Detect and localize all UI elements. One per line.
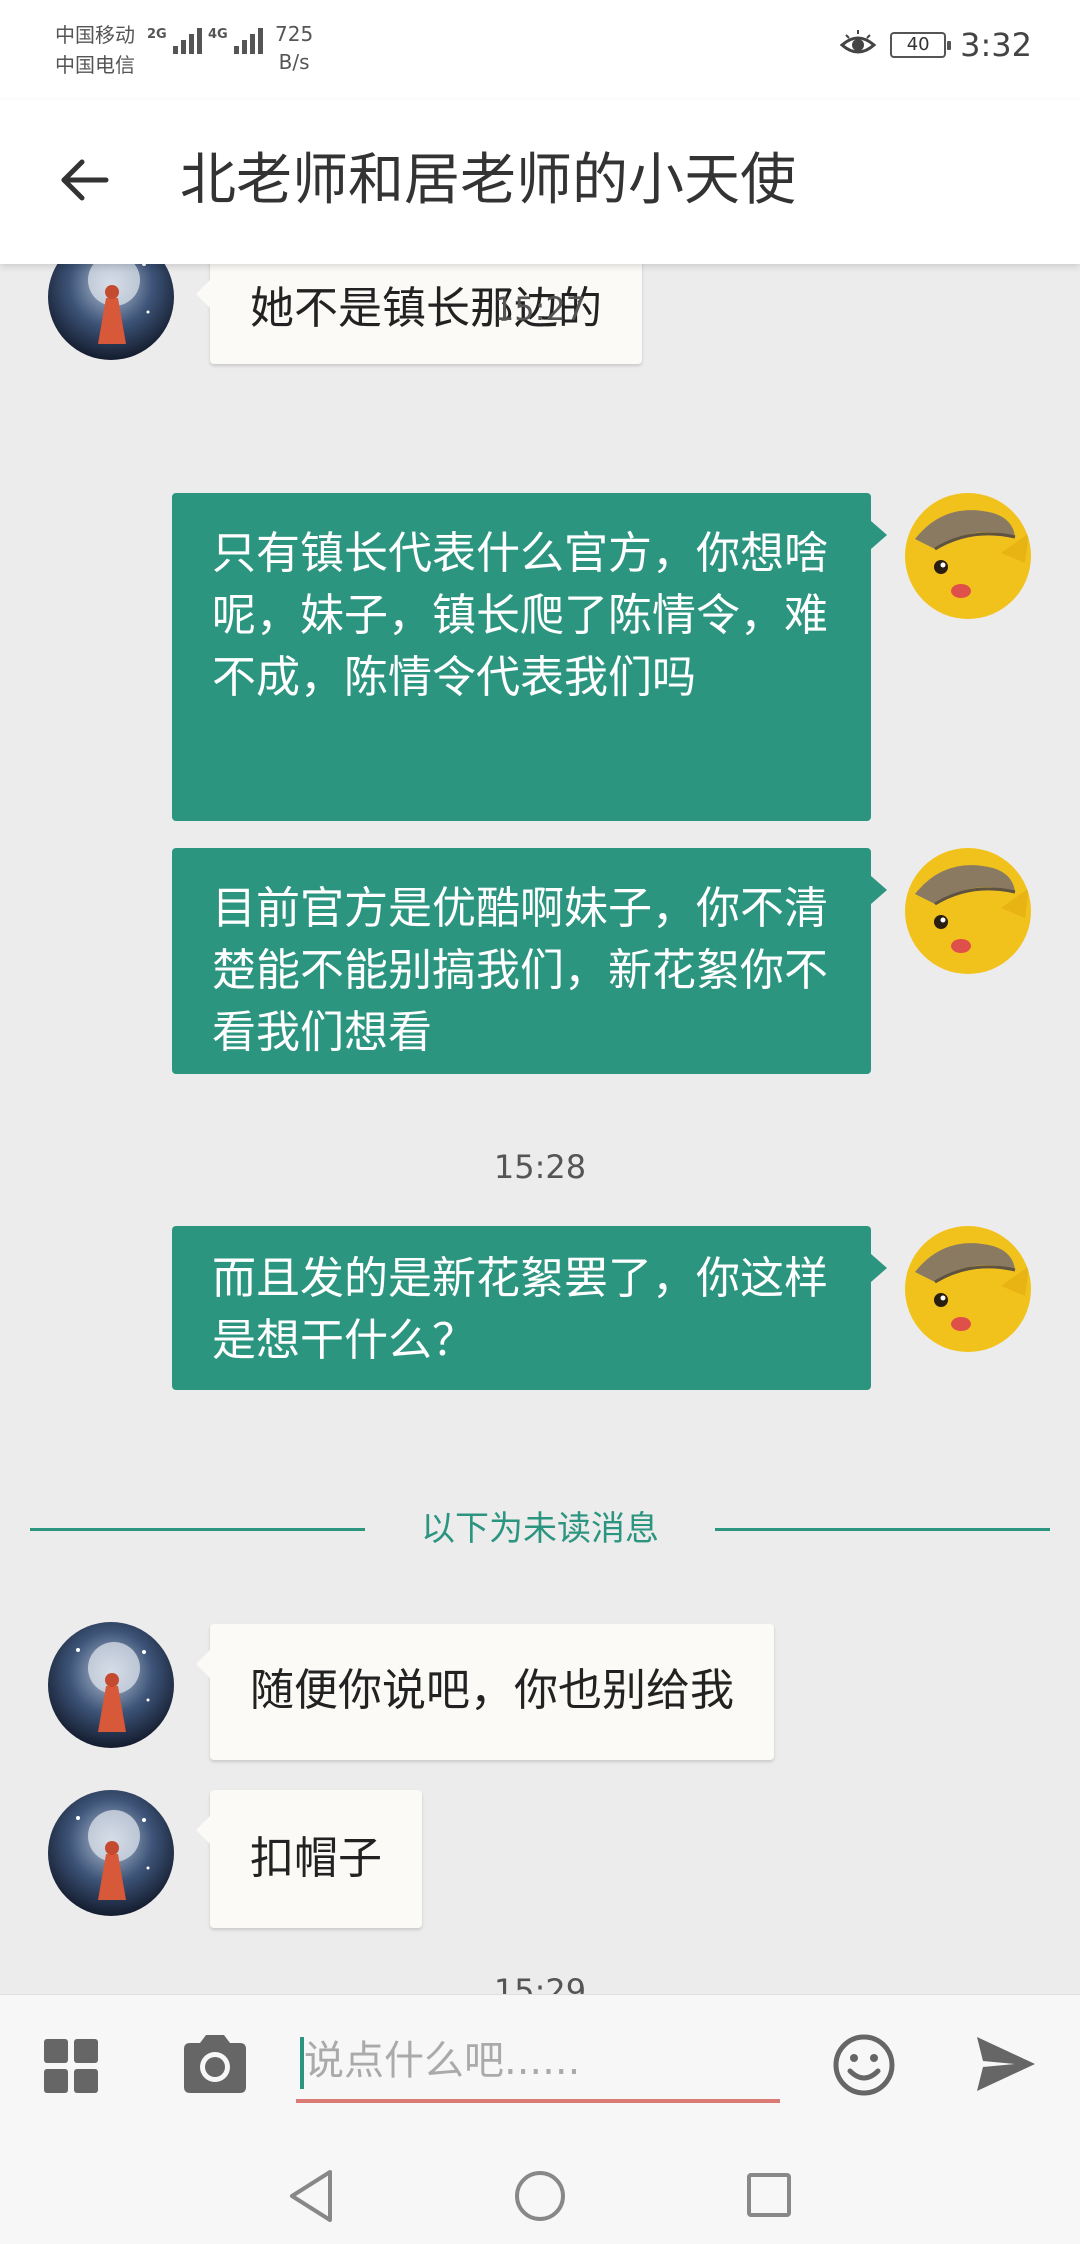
chat-header: 北老师和居老师的小天使 <box>0 100 1080 264</box>
message-bubble-incoming[interactable]: 扣帽子 <box>196 1790 422 1928</box>
message-timestamp: 15:29 <box>493 1972 587 1994</box>
battery-level: 40 <box>906 34 930 55</box>
message-bubble-incoming[interactable]: 随便你说吧，你也别给我 <box>196 1624 774 1760</box>
camera-icon[interactable] <box>180 2031 250 2097</box>
unread-divider-label: 以下为未读消息 <box>421 1509 659 1549</box>
contact-avatar[interactable] <box>48 1622 174 1748</box>
carrier-labels: 中国移动 中国电信 <box>55 20 135 80</box>
message-text: 随便你说吧，你也别给我 <box>250 1665 734 1716</box>
message-timestamp: 15:28 <box>493 1148 587 1186</box>
signal-icon-1: 2G <box>147 28 202 54</box>
message-text: 而且发的是新花絮罢了，你这样是想干什么？ <box>212 1253 828 1366</box>
message-bubble-outgoing[interactable]: 只有镇长代表什么官方，你想啥呢，妹子，镇长爬了陈情令，难不成，陈情令代表我们吗 <box>172 493 887 821</box>
user-avatar[interactable] <box>905 1226 1031 1352</box>
speed-value: 725 <box>275 22 314 46</box>
message-text: 扣帽子 <box>250 1833 382 1884</box>
arrow-left-icon[interactable] <box>56 152 112 208</box>
nav-home-icon[interactable] <box>514 2170 566 2222</box>
user-avatar[interactable] <box>905 848 1031 974</box>
network-type-2: 4G <box>208 27 228 42</box>
battery-icon: 40 <box>890 32 952 58</box>
chat-title: 北老师和居老师的小天使 <box>180 148 796 213</box>
carrier-2: 中国电信 <box>55 53 135 77</box>
signal-icon-2: 4G <box>208 28 263 54</box>
message-list[interactable]: 她不是镇长那边的 15:27 只有镇长代表什么官方，你想啥呢，妹子，镇长爬了陈情… <box>0 264 1080 1994</box>
eye-icon <box>840 30 877 54</box>
network-type-1: 2G <box>147 27 167 42</box>
message-text: 只有镇长代表什么官方，你想啥呢，妹子，镇长爬了陈情令，难不成，陈情令代表我们吗 <box>212 528 828 703</box>
system-nav-bar <box>0 2144 1080 2244</box>
carrier-1: 中国移动 <box>55 23 135 47</box>
user-avatar[interactable] <box>905 493 1031 619</box>
status-clock: 3:32 <box>960 26 1032 64</box>
unread-divider: 以下为未读消息 <box>30 1504 1050 1554</box>
text-cursor <box>300 2037 304 2089</box>
status-bar: 中国移动 中国电信 2G 4G 725 B/s 40 3:32 <box>0 0 1080 100</box>
message-bubble-outgoing[interactable]: 而且发的是新花絮罢了，你这样是想干什么？ <box>172 1226 887 1390</box>
grid-icon[interactable] <box>42 2037 100 2095</box>
emoji-icon[interactable] <box>832 2033 896 2097</box>
message-bubble-outgoing[interactable]: 目前官方是优酷啊妹子，你不清楚能不能别搞我们，新花絮你不看我们想看 <box>172 848 887 1074</box>
send-icon[interactable] <box>975 2035 1037 2093</box>
speed-unit: B/s <box>278 50 310 74</box>
input-bar <box>0 1994 1080 2144</box>
nav-back-icon[interactable] <box>286 2168 336 2224</box>
network-speed: 725 B/s <box>275 20 313 76</box>
contact-avatar[interactable] <box>48 1790 174 1916</box>
nav-recent-icon[interactable] <box>746 2172 792 2218</box>
message-text: 目前官方是优酷啊妹子，你不清楚能不能别搞我们，新花絮你不看我们想看 <box>212 883 828 1058</box>
message-timestamp: 15:27 <box>493 290 587 328</box>
message-input[interactable] <box>296 2023 780 2103</box>
